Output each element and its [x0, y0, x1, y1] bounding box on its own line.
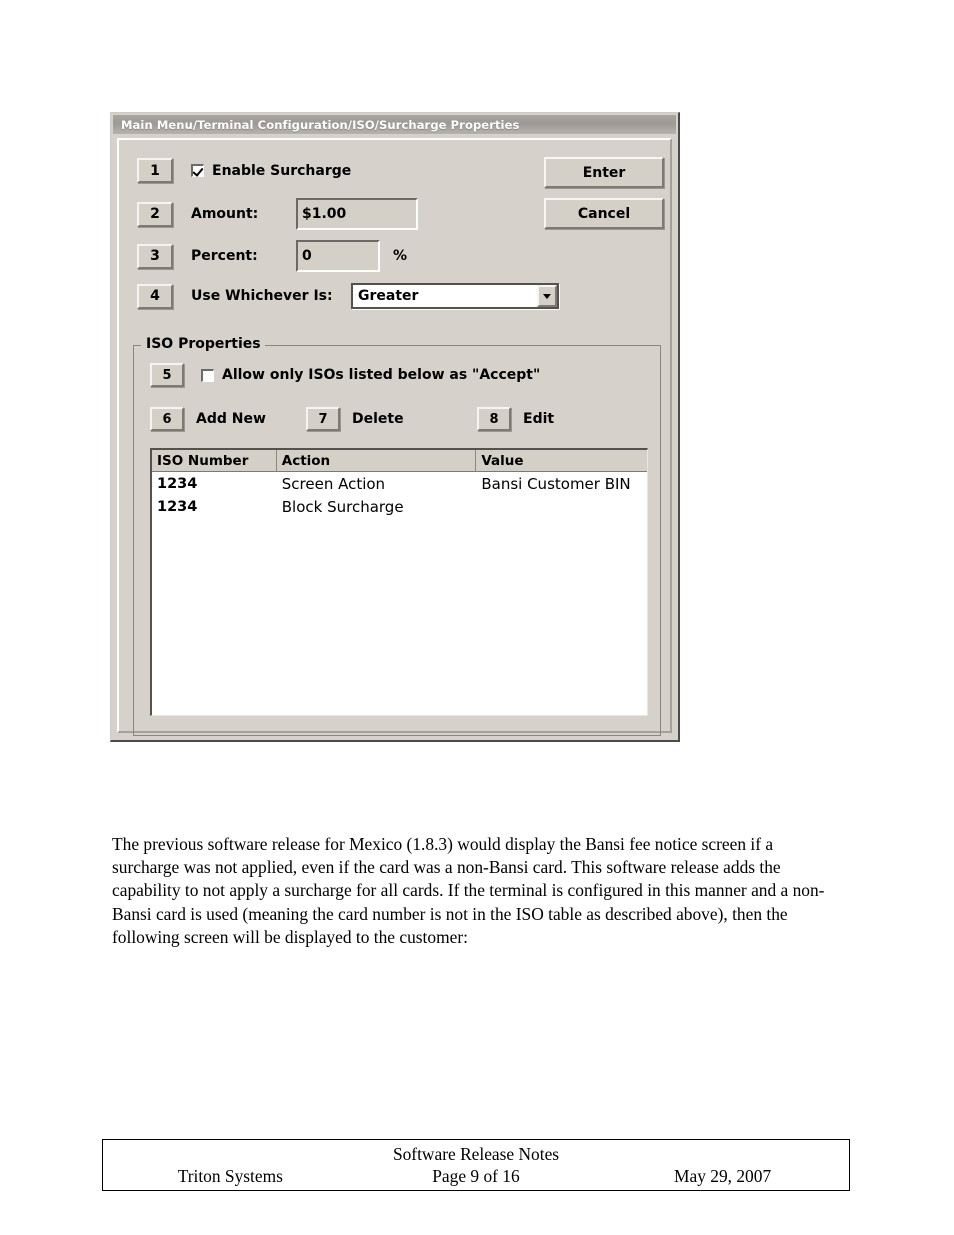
body-paragraph: The previous software release for Mexico… — [112, 834, 825, 947]
use-whichever-is-value: Greater — [358, 288, 419, 304]
iso-properties-group-title: ISO Properties — [142, 336, 265, 352]
allow-only-isos-checkbox[interactable] — [201, 368, 214, 382]
column-header-iso-number[interactable]: ISO Number — [152, 450, 277, 471]
page-footer: Software Release Notes Triton Systems Pa… — [102, 1139, 850, 1191]
chevron-down-icon[interactable] — [537, 285, 557, 307]
amount-label: Amount: — [191, 206, 259, 222]
row-amount: 2 Amount: $1.00 — [137, 198, 418, 230]
cell-iso-number: 1234 — [157, 498, 198, 515]
key-button-8[interactable]: 8 — [477, 407, 511, 431]
use-whichever-is-dropdown[interactable]: Greater — [351, 283, 559, 309]
dialog-client-area: 1 Enable Surcharge 2 Amount: $1.00 3 Per… — [117, 138, 672, 736]
footer-details: Triton Systems Page 9 of 16 May 29, 2007 — [103, 1166, 849, 1187]
amount-input[interactable]: $1.00 — [296, 198, 418, 230]
cell-action: Screen Action — [281, 474, 386, 493]
use-whichever-is-label: Use Whichever Is: — [191, 288, 333, 304]
iso-list[interactable]: ISO Number Action Value 1234 Screen Acti… — [150, 448, 648, 716]
iso-properties-group: ISO Properties 5 Allow only ISOs listed … — [133, 336, 661, 736]
key-button-2[interactable]: 2 — [137, 201, 173, 227]
cell-iso-number: 1234 — [157, 475, 198, 492]
key-button-5[interactable]: 5 — [150, 363, 184, 387]
footer-company: Triton Systems — [177, 1166, 283, 1186]
iso-action-delete[interactable]: 7 Delete — [306, 407, 404, 431]
row-use-whichever-is: 4 Use Whichever Is: Greater — [137, 283, 559, 309]
key-button-4[interactable]: 4 — [137, 283, 173, 309]
row-allow-only-isos: 5 Allow only ISOs listed below as "Accep… — [150, 363, 540, 387]
table-row[interactable]: 1234 Screen Action Bansi Customer BIN — [152, 472, 647, 495]
allow-only-isos-label: Allow only ISOs listed below as "Accept" — [222, 367, 541, 383]
surcharge-properties-dialog: Main Menu/Terminal Configuration/ISO/Sur… — [110, 112, 680, 742]
percent-suffix-label: % — [393, 248, 408, 264]
enable-surcharge-label: Enable Surcharge — [212, 162, 352, 179]
iso-list-header: ISO Number Action Value — [152, 450, 647, 472]
cell-value: Bansi Customer BIN — [481, 474, 631, 493]
footer-title: Software Release Notes — [392, 1144, 560, 1164]
cell-action: Block Surcharge — [281, 497, 404, 516]
key-button-6[interactable]: 6 — [150, 407, 184, 431]
column-header-action[interactable]: Action — [276, 450, 477, 471]
key-button-1[interactable]: 1 — [137, 158, 173, 183]
cancel-button[interactable]: Cancel — [544, 198, 664, 229]
dialog-titlebar: Main Menu/Terminal Configuration/ISO/Sur… — [113, 115, 676, 134]
row-enable-surcharge: 1 Enable Surcharge — [137, 158, 351, 183]
iso-action-edit[interactable]: 8 Edit — [477, 407, 554, 431]
enable-surcharge-checkbox[interactable] — [191, 164, 204, 177]
delete-label: Delete — [352, 411, 404, 427]
iso-action-add-new[interactable]: 6 Add New — [150, 407, 266, 431]
enter-button[interactable]: Enter — [544, 157, 664, 188]
percent-label: Percent: — [191, 248, 258, 264]
dialog-title: Main Menu/Terminal Configuration/ISO/Sur… — [121, 117, 520, 132]
row-percent: 3 Percent: 0 % — [137, 240, 407, 272]
footer-page-number: Page 9 of 16 — [432, 1166, 520, 1186]
percent-input[interactable]: 0 — [296, 240, 380, 272]
footer-date: May 29, 2007 — [674, 1166, 772, 1186]
edit-label: Edit — [523, 411, 555, 427]
table-row[interactable]: 1234 Block Surcharge — [152, 495, 647, 518]
column-header-value[interactable]: Value — [476, 450, 647, 471]
cell-value — [476, 495, 647, 518]
key-button-3[interactable]: 3 — [137, 243, 173, 269]
key-button-7[interactable]: 7 — [306, 407, 340, 431]
add-new-label: Add New — [196, 411, 266, 427]
